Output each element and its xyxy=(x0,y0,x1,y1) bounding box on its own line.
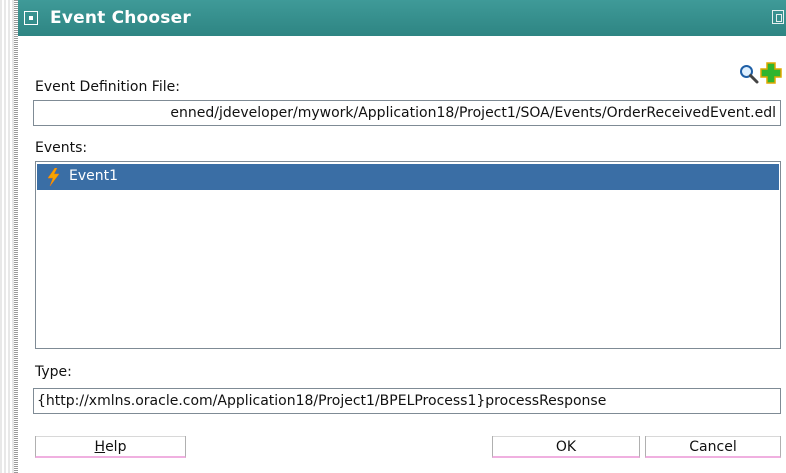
edl-path-field[interactable]: enned/jdeveloper/mywork/Application18/Pr… xyxy=(33,100,781,126)
events-label: Events: xyxy=(35,140,88,156)
title-bar[interactable]: Event Chooser xyxy=(18,0,786,36)
dialog-title: Event Chooser xyxy=(50,8,191,28)
type-field[interactable]: {http://xmlns.oracle.com/Application18/P… xyxy=(33,388,781,414)
help-label-rest: elp xyxy=(105,439,127,455)
window-edge xyxy=(0,0,14,473)
type-label: Type: xyxy=(35,364,72,380)
cancel-label: Cancel xyxy=(689,439,737,455)
help-mnemonic: H xyxy=(94,439,106,455)
add-icon[interactable] xyxy=(760,62,782,88)
system-menu-icon[interactable] xyxy=(24,11,38,25)
list-item[interactable]: Event1 xyxy=(37,164,779,190)
edl-path-value: enned/jdeveloper/mywork/Application18/Pr… xyxy=(170,105,776,121)
restore-icon[interactable] xyxy=(772,10,784,24)
events-list[interactable]: Event1 xyxy=(35,161,781,349)
edl-label: Event Definition File: xyxy=(35,79,180,95)
ok-button[interactable]: OK xyxy=(492,436,640,458)
search-icon[interactable] xyxy=(739,64,759,88)
list-item-label: Event1 xyxy=(69,168,119,184)
help-button[interactable]: Help xyxy=(35,436,186,458)
ok-label: OK xyxy=(555,439,577,455)
event-chooser-dialog: Event Chooser Event Definition File: enn… xyxy=(18,0,786,473)
lightning-bolt-icon xyxy=(45,167,61,190)
cancel-button[interactable]: Cancel xyxy=(645,436,781,458)
type-value: {http://xmlns.oracle.com/Application18/P… xyxy=(37,393,607,409)
